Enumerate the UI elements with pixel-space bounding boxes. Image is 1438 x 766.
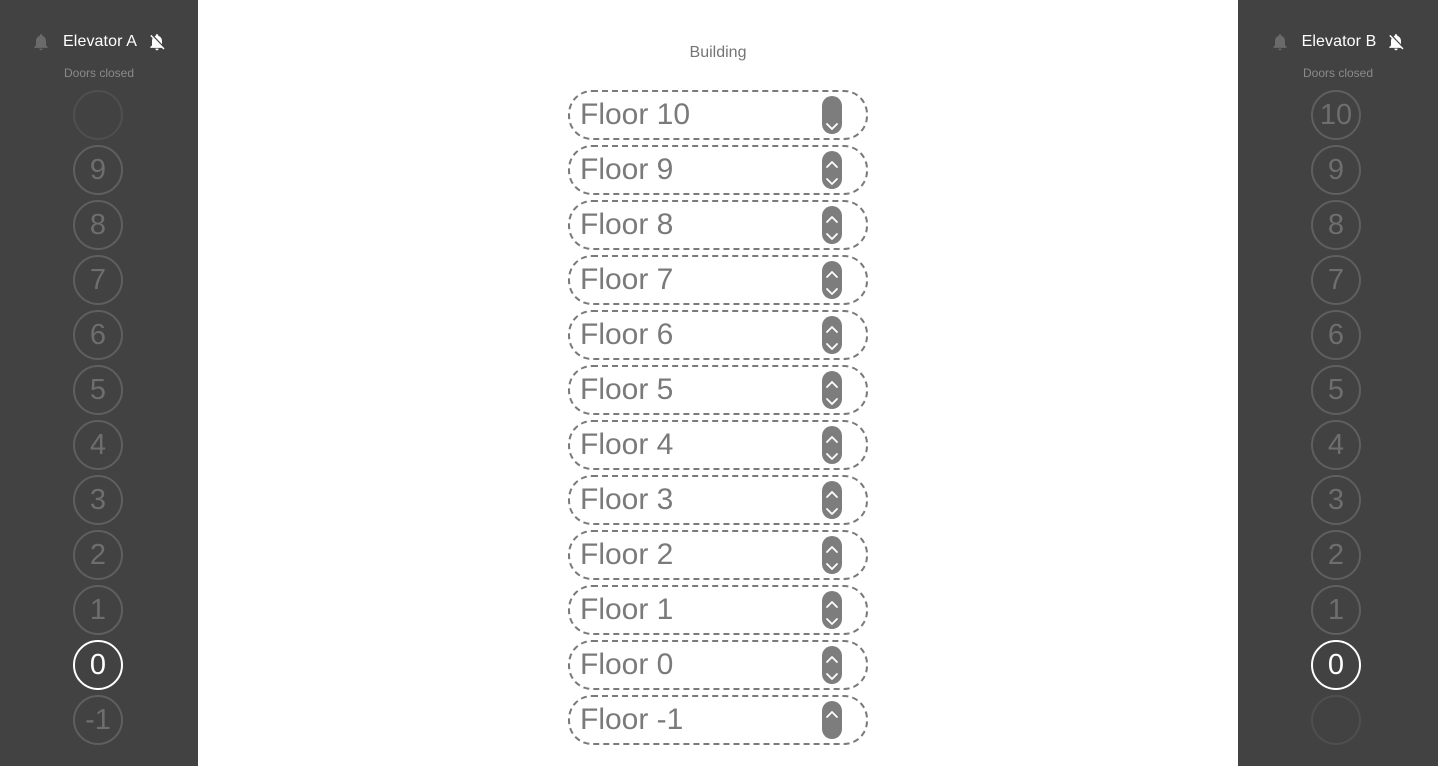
chevron-up-icon[interactable] xyxy=(825,321,839,333)
floor-label: Floor 7 xyxy=(580,263,674,296)
floor-label: Floor 4 xyxy=(580,428,674,461)
floor-label: Floor 5 xyxy=(580,373,674,406)
floor-label: Floor 8 xyxy=(580,208,674,241)
floor-button[interactable]: 4 xyxy=(1311,420,1361,470)
floor-row: Floor 2 xyxy=(568,530,868,580)
chevron-up-icon[interactable] xyxy=(825,211,839,223)
chevron-up-icon[interactable] xyxy=(825,431,839,443)
floor-button[interactable]: 3 xyxy=(73,475,123,525)
building-title: Building xyxy=(689,44,747,61)
chevron-down-icon[interactable] xyxy=(825,669,839,680)
chevron-down-icon[interactable] xyxy=(825,449,839,460)
call-buttons xyxy=(822,481,842,519)
floor-button[interactable]: 6 xyxy=(73,310,123,360)
chevron-up-icon[interactable] xyxy=(825,156,839,168)
chevron-up-icon[interactable] xyxy=(825,486,839,498)
floor-label: Floor 6 xyxy=(580,318,674,351)
chevron-down-icon[interactable] xyxy=(825,174,839,185)
chevron-down-icon[interactable] xyxy=(825,284,839,295)
floor-row: Floor 8 xyxy=(568,200,868,250)
call-buttons xyxy=(822,261,842,299)
elevator-a-header: Elevator A xyxy=(0,28,198,56)
call-buttons xyxy=(822,591,842,629)
floor-button[interactable]: 4 xyxy=(73,420,123,470)
floor-row: Floor 7 xyxy=(568,255,868,305)
call-buttons xyxy=(822,536,842,574)
call-buttons xyxy=(822,316,842,354)
bell-icon[interactable] xyxy=(1270,32,1290,52)
floor-button-empty[interactable] xyxy=(73,90,123,140)
call-buttons xyxy=(822,206,842,244)
floor-label: Floor 1 xyxy=(580,593,674,626)
floor-button[interactable]: 6 xyxy=(1311,310,1361,360)
floor-row: Floor 4 xyxy=(568,420,868,470)
chevron-down-icon[interactable] xyxy=(825,339,839,350)
floor-button[interactable]: 5 xyxy=(73,365,123,415)
chevron-down-icon[interactable] xyxy=(825,394,839,405)
floor-row: Floor -1 xyxy=(568,695,868,745)
bell-off-icon[interactable] xyxy=(147,32,167,52)
bell-off-icon[interactable] xyxy=(1386,32,1406,52)
floor-button[interactable]: 2 xyxy=(1311,530,1361,580)
floor-button[interactable]: 7 xyxy=(73,255,123,305)
floor-button[interactable]: 0 xyxy=(1311,640,1361,690)
floor-row: Floor 10 xyxy=(568,90,868,140)
elevator-b-panel: Elevator B Doors closed 10 9 8 7 6 5 4 3 2 1 0 xyxy=(1238,0,1438,766)
chevron-up-icon[interactable] xyxy=(825,541,839,553)
elevator-b-header: Elevator B xyxy=(1238,28,1438,56)
floor-button[interactable]: 7 xyxy=(1311,255,1361,305)
call-buttons xyxy=(822,151,842,189)
floor-button[interactable]: 2 xyxy=(73,530,123,580)
floor-button[interactable]: 5 xyxy=(1311,365,1361,415)
call-buttons xyxy=(822,701,842,739)
floor-button[interactable]: 1 xyxy=(73,585,123,635)
floor-row: Floor 1 xyxy=(568,585,868,635)
chevron-up-icon[interactable] xyxy=(825,706,839,718)
floor-row: Floor 3 xyxy=(568,475,868,525)
bell-icon[interactable] xyxy=(31,32,51,52)
floor-row: Floor 0 xyxy=(568,640,868,690)
floor-button[interactable]: 0 xyxy=(73,640,123,690)
call-buttons xyxy=(822,371,842,409)
floor-button[interactable]: -1 xyxy=(73,695,123,745)
floor-button-empty[interactable] xyxy=(1311,695,1361,745)
floor-label: Floor 2 xyxy=(580,538,674,571)
call-buttons xyxy=(822,426,842,464)
chevron-down-icon[interactable] xyxy=(825,229,839,240)
floor-button[interactable]: 10 xyxy=(1311,90,1361,140)
floor-label: Floor 10 xyxy=(580,98,691,131)
call-buttons xyxy=(822,96,842,134)
floor-row: Floor 6 xyxy=(568,310,868,360)
chevron-down-icon[interactable] xyxy=(825,504,839,515)
floor-row: Floor 9 xyxy=(568,145,868,195)
door-status: Doors closed xyxy=(1302,66,1374,80)
floor-button[interactable]: 1 xyxy=(1311,585,1361,635)
chevron-down-icon[interactable] xyxy=(825,559,839,570)
chevron-up-icon[interactable] xyxy=(825,376,839,388)
chevron-up-icon[interactable] xyxy=(825,651,839,663)
chevron-down-icon[interactable] xyxy=(825,614,839,625)
floor-button[interactable]: 8 xyxy=(1311,200,1361,250)
floor-label: Floor 3 xyxy=(580,483,674,516)
elevator-name: Elevator A xyxy=(63,33,137,50)
call-buttons xyxy=(822,646,842,684)
chevron-up-icon[interactable] xyxy=(825,596,839,608)
door-status: Doors closed xyxy=(63,66,135,80)
floor-row: Floor 5 xyxy=(568,365,868,415)
chevron-up-icon[interactable] xyxy=(825,266,839,278)
chevron-down-icon[interactable] xyxy=(825,119,839,130)
floor-label: Floor -1 xyxy=(580,703,684,736)
floor-button[interactable]: 9 xyxy=(1311,145,1361,195)
floor-label: Floor 0 xyxy=(580,648,674,681)
elevator-a-panel: Elevator A Doors closed 9 8 7 6 5 4 3 2 1 0 -1 xyxy=(0,0,198,766)
floor-button[interactable]: 3 xyxy=(1311,475,1361,525)
floor-button[interactable]: 9 xyxy=(73,145,123,195)
elevator-name: Elevator B xyxy=(1301,33,1377,50)
floor-button[interactable]: 8 xyxy=(73,200,123,250)
floor-label: Floor 9 xyxy=(580,153,674,186)
